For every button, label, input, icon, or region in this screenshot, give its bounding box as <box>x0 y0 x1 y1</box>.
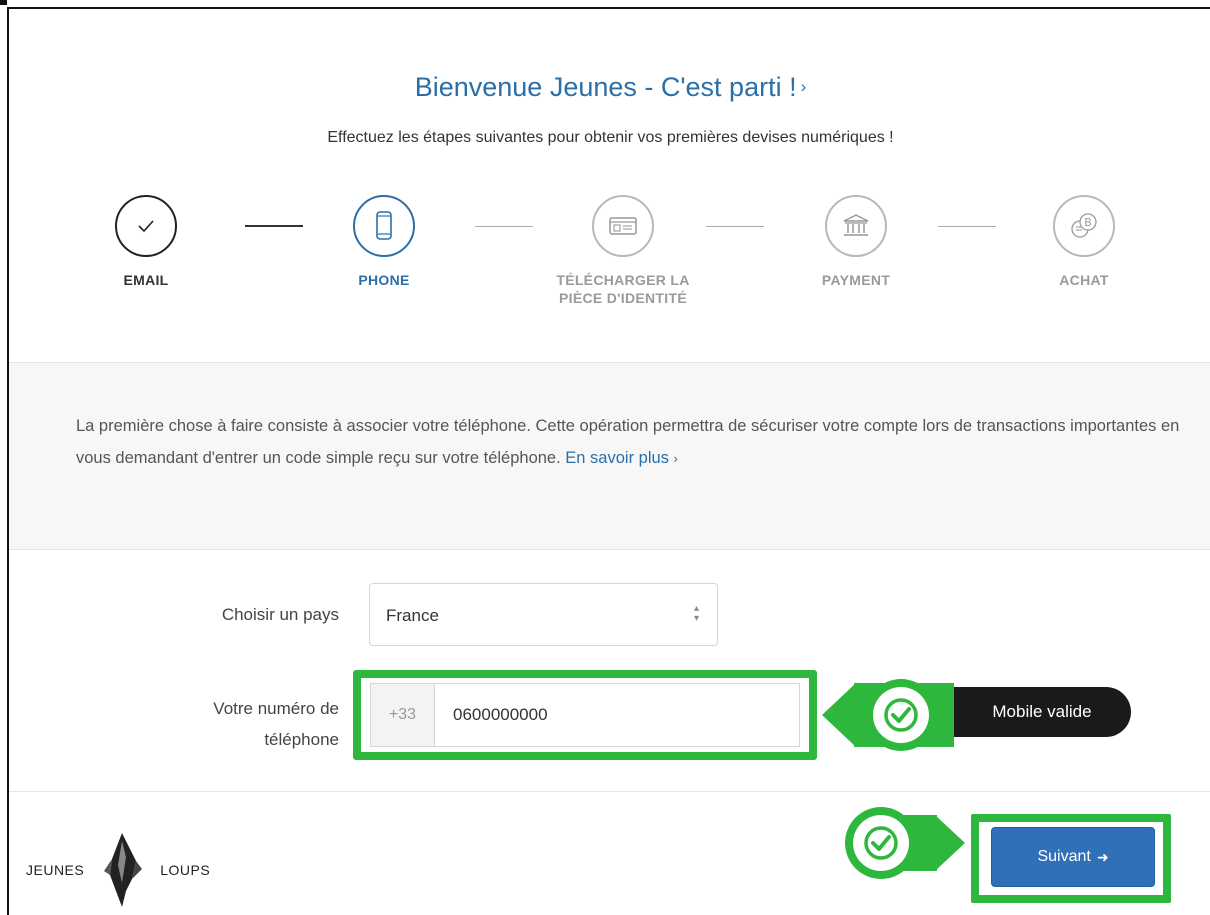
step-id-upload: TÉLÉCHARGER LA PIÈCE D'IDENTITÉ <box>523 195 723 307</box>
checkmark-icon <box>138 220 154 233</box>
validation-arrow <box>822 683 856 747</box>
validation-badge <box>865 679 937 751</box>
step-purchase: B ACHAT <box>984 195 1184 289</box>
wolf-logo-icon <box>104 833 143 907</box>
top-left-corner-mark <box>0 0 7 5</box>
step-email: EMAIL <box>46 195 246 289</box>
page-subtitle: Effectuez les étapes suivantes pour obte… <box>327 129 894 146</box>
phone-input-group: +33 0600000000 <box>370 683 800 747</box>
step-id-upload-circle <box>592 195 654 257</box>
svg-text:B: B <box>1084 216 1092 229</box>
page-title[interactable]: Bienvenue Jeunes - C'est parti ! › <box>9 72 1210 103</box>
page-title-text: Bienvenue Jeunes - C'est parti ! <box>414 72 797 102</box>
step-phone-label: PHONE <box>358 272 410 288</box>
step-email-circle <box>115 195 177 257</box>
step-phone-circle <box>353 195 415 257</box>
learn-more-label: En savoir plus <box>565 449 669 467</box>
step-payment-label: PAYMENT <box>821 272 891 288</box>
step-purchase-label: ACHAT <box>1059 272 1109 288</box>
chevron-right-icon: › <box>673 451 678 466</box>
phone-prefix: +33 <box>371 684 435 746</box>
coins-icon: B <box>1071 213 1097 238</box>
logo-text-right: LOUPS <box>160 862 211 878</box>
next-pointer-arrow <box>935 815 965 871</box>
step-email-label: EMAIL <box>123 272 169 288</box>
step-phone: PHONE <box>284 195 484 289</box>
next-badge <box>845 807 917 879</box>
step-payment-circle <box>825 195 887 257</box>
country-label: Choisir un pays <box>221 605 339 624</box>
id-card-icon <box>609 217 637 235</box>
next-button[interactable]: Suivant ➜ <box>991 827 1155 887</box>
arrow-right-icon: ➜ <box>1096 848 1109 865</box>
phone-label: Votre numéro de téléphone <box>149 693 339 755</box>
phone-icon <box>376 211 392 240</box>
phone-input[interactable]: 0600000000 <box>435 684 548 746</box>
checkmark-icon <box>864 826 898 860</box>
logo-text-left: JEUNES <box>26 862 85 878</box>
bank-icon <box>843 214 869 236</box>
step-purchase-circle: B <box>1053 195 1115 257</box>
checkmark-icon <box>884 698 918 732</box>
chevron-right-icon: › <box>800 77 807 96</box>
validation-badge-inner <box>873 687 929 743</box>
jeunes-loups-logo: JEUNES LOUPS <box>26 831 210 909</box>
phone-label-line1: Votre numéro de <box>213 699 339 718</box>
info-box: La première chose à faire consiste à ass… <box>9 362 1210 550</box>
select-arrows-icon: ▴ ▾ <box>693 603 699 624</box>
learn-more-link[interactable]: En savoir plus › <box>565 449 678 467</box>
mobile-valid-tooltip: Mobile valide <box>937 687 1131 737</box>
onboarding-panel: Bienvenue Jeunes - C'est parti ! › Effect… <box>7 7 1210 915</box>
step-id-upload-label: TÉLÉCHARGER LA PIÈCE D'IDENTITÉ <box>556 272 690 306</box>
country-value: France <box>386 606 439 625</box>
info-text-block: La première chose à faire consiste à ass… <box>76 410 1186 475</box>
step-payment: PAYMENT <box>756 195 956 289</box>
next-badge-inner <box>853 815 909 871</box>
phone-label-line2: téléphone <box>264 730 339 749</box>
next-button-label: Suivant <box>1037 848 1091 865</box>
country-select[interactable]: France ▴ ▾ <box>369 583 718 646</box>
